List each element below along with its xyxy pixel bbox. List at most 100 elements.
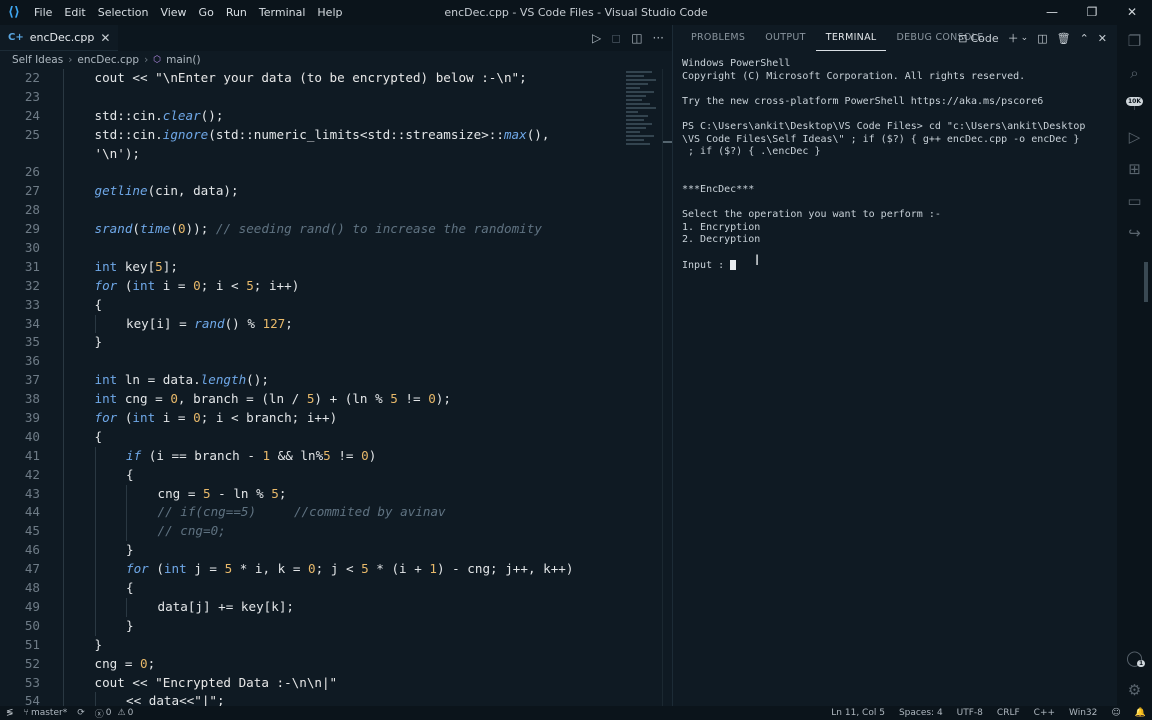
- minimize-icon[interactable]: —: [1032, 0, 1072, 25]
- run-icon[interactable]: ▷: [592, 31, 601, 45]
- code-text: std::cin.ignore(std::numeric_limits<std:…: [94, 126, 550, 142]
- code-text: for (int i = 0; i < 5; i++): [94, 277, 300, 293]
- warning-count[interactable]: 0: [128, 708, 134, 718]
- branch-name[interactable]: master*: [31, 708, 67, 718]
- line-ending[interactable]: CRLF: [997, 708, 1020, 718]
- error-count[interactable]: 0: [106, 708, 112, 718]
- code-line[interactable]: 40 {: [0, 427, 672, 447]
- encoding[interactable]: UTF-8: [957, 708, 983, 718]
- line-number: 43: [24, 485, 40, 501]
- source-control-badge: 10K: [1126, 97, 1143, 106]
- code-line[interactable]: 33 {: [0, 295, 672, 315]
- code-line[interactable]: 35}: [0, 333, 672, 353]
- code-line[interactable]: 22 cout << "\nEnter your data (to be encr…: [0, 69, 672, 88]
- code-line[interactable]: 49 data[j] += key[k];: [0, 597, 672, 617]
- cursor-position[interactable]: Ln 11, Col 5: [831, 708, 885, 718]
- platform[interactable]: Win32: [1069, 708, 1097, 718]
- code-line[interactable]: 54 << data<<"|";: [0, 692, 672, 706]
- code-text: cng = 0;: [94, 655, 156, 671]
- editor-scrollbar[interactable]: [662, 69, 672, 706]
- code-line[interactable]: 34 key[i] = rand() % 127;: [0, 314, 672, 334]
- terminal-output[interactable]: Windows PowerShell Copyright (C) Microsof…: [682, 58, 1112, 272]
- code-line[interactable]: 42 {: [0, 465, 672, 485]
- shell-selector[interactable]: Code: [970, 32, 998, 45]
- code-line[interactable]: 52 cng = 0;: [0, 654, 672, 674]
- breadcrumb-symbol[interactable]: main(): [166, 54, 200, 66]
- menu-view[interactable]: View: [154, 0, 192, 25]
- menu-file[interactable]: File: [28, 0, 58, 25]
- code-line[interactable]: 25 std::cin.ignore(std::numeric_limits<st…: [0, 125, 672, 145]
- line-number: 35: [24, 334, 40, 350]
- close-window-icon[interactable]: ✕: [1112, 0, 1152, 25]
- feedback-icon[interactable]: ☺: [1111, 708, 1120, 718]
- code-line[interactable]: 41 if (i == branch - 1 && ln%5 != 0): [0, 446, 672, 466]
- code-line[interactable]: 50}: [0, 616, 672, 636]
- breadcrumb-file[interactable]: encDec.cpp: [77, 54, 139, 66]
- code-line[interactable]: 47 for (int j = 5 * i, k = 0; j < 5 * (i …: [0, 560, 672, 580]
- indentation[interactable]: Spaces: 4: [899, 708, 943, 718]
- code-line[interactable]: 51}: [0, 635, 672, 655]
- code-line[interactable]: 23: [0, 87, 672, 107]
- maximize-panel-icon[interactable]: ⌃: [1080, 32, 1089, 45]
- close-panel-icon[interactable]: ✕: [1098, 32, 1107, 45]
- code-line[interactable]: 48 {: [0, 579, 672, 598]
- code-line[interactable]: 37 int ln = data.length();: [0, 371, 672, 391]
- account-icon[interactable]: ◯ 1: [1117, 642, 1152, 674]
- settings-gear-icon[interactable]: ⚙: [1117, 674, 1152, 706]
- tab-terminal[interactable]: TERMINAL: [815, 25, 887, 51]
- search-icon[interactable]: ⌕: [1117, 57, 1152, 89]
- menu-terminal[interactable]: Terminal: [253, 0, 312, 25]
- code-line[interactable]: 44 // if(cng==5) //commited by avinav: [0, 503, 672, 523]
- remote-explorer-icon[interactable]: ▭: [1117, 185, 1152, 217]
- code-line[interactable]: 24 std::cin.clear();: [0, 106, 672, 126]
- code-line[interactable]: 26: [0, 163, 672, 183]
- menu-go[interactable]: Go: [193, 0, 220, 25]
- code-line[interactable]: 46}: [0, 541, 672, 561]
- code-line[interactable]: 39 for (int i = 0; i < branch; i++): [0, 409, 672, 428]
- code-line[interactable]: 45 // cng=0;: [0, 522, 672, 542]
- code-line[interactable]: 27 getline(cin, data);: [0, 182, 672, 202]
- indent-guide: [63, 314, 64, 334]
- close-tab-icon[interactable]: ✕: [100, 31, 110, 45]
- sync-icon[interactable]: ⟳: [77, 708, 85, 718]
- run-debug-icon[interactable]: ▷: [1117, 121, 1152, 153]
- code-line[interactable]: 43 cng = 5 - ln % 5;: [0, 484, 672, 504]
- chevron-down-icon[interactable]: ⌄: [1021, 33, 1029, 43]
- tab-problems[interactable]: PROBLEMS: [681, 25, 755, 51]
- code-line[interactable]: '\n');: [0, 144, 672, 164]
- trash-icon[interactable]: 🗑: [1057, 32, 1071, 45]
- code-line[interactable]: 28: [0, 201, 672, 221]
- split-editor-icon[interactable]: ◫: [631, 31, 642, 45]
- notifications-icon[interactable]: 🔔: [1135, 708, 1146, 718]
- remote-icon[interactable]: ≶: [6, 708, 14, 718]
- debug-icon[interactable]: ◻: [611, 31, 621, 45]
- explorer-icon[interactable]: ❐: [1117, 25, 1152, 57]
- split-terminal-icon[interactable]: ◫: [1037, 32, 1047, 45]
- code-line[interactable]: 36: [0, 352, 672, 372]
- new-terminal-icon[interactable]: ＋: [1008, 30, 1019, 46]
- minimap[interactable]: [626, 69, 658, 179]
- code-line[interactable]: 31 int key[5];: [0, 257, 672, 277]
- live-share-icon[interactable]: ↪: [1117, 217, 1152, 249]
- language-mode[interactable]: C++: [1034, 708, 1055, 718]
- indent-guide: [63, 333, 64, 353]
- source-control-icon[interactable]: ⑂10K: [1117, 89, 1152, 121]
- code-line[interactable]: 29 srand(time(0)); // seeding rand() to i…: [0, 220, 672, 240]
- menu-edit[interactable]: Edit: [58, 0, 91, 25]
- code-line[interactable]: 32 for (int i = 0; i < 5; i++): [0, 276, 672, 296]
- tab-encdec-cpp[interactable]: C+ encDec.cpp ✕: [0, 25, 119, 51]
- menu-selection[interactable]: Selection: [92, 0, 155, 25]
- restore-icon[interactable]: ❐: [1072, 0, 1112, 25]
- tab-output[interactable]: OUTPUT: [755, 25, 816, 51]
- line-number: 34: [24, 315, 40, 331]
- menu-help[interactable]: Help: [311, 0, 348, 25]
- code-area[interactable]: 22 cout << "\nEnter your data (to be encr…: [0, 69, 672, 706]
- menu-run[interactable]: Run: [220, 0, 253, 25]
- code-line[interactable]: 30: [0, 239, 672, 258]
- extensions-icon[interactable]: ⊞: [1117, 153, 1152, 185]
- panel-scrollbar[interactable]: [1144, 262, 1148, 302]
- code-line[interactable]: 53 cout << "Encrypted Data :-\n\n|": [0, 673, 672, 693]
- code-line[interactable]: 38 int cng = 0, branch = (ln / 5) + (ln %…: [0, 390, 672, 410]
- more-actions-icon[interactable]: ···: [653, 31, 664, 45]
- breadcrumb-folder[interactable]: Self Ideas: [12, 54, 63, 66]
